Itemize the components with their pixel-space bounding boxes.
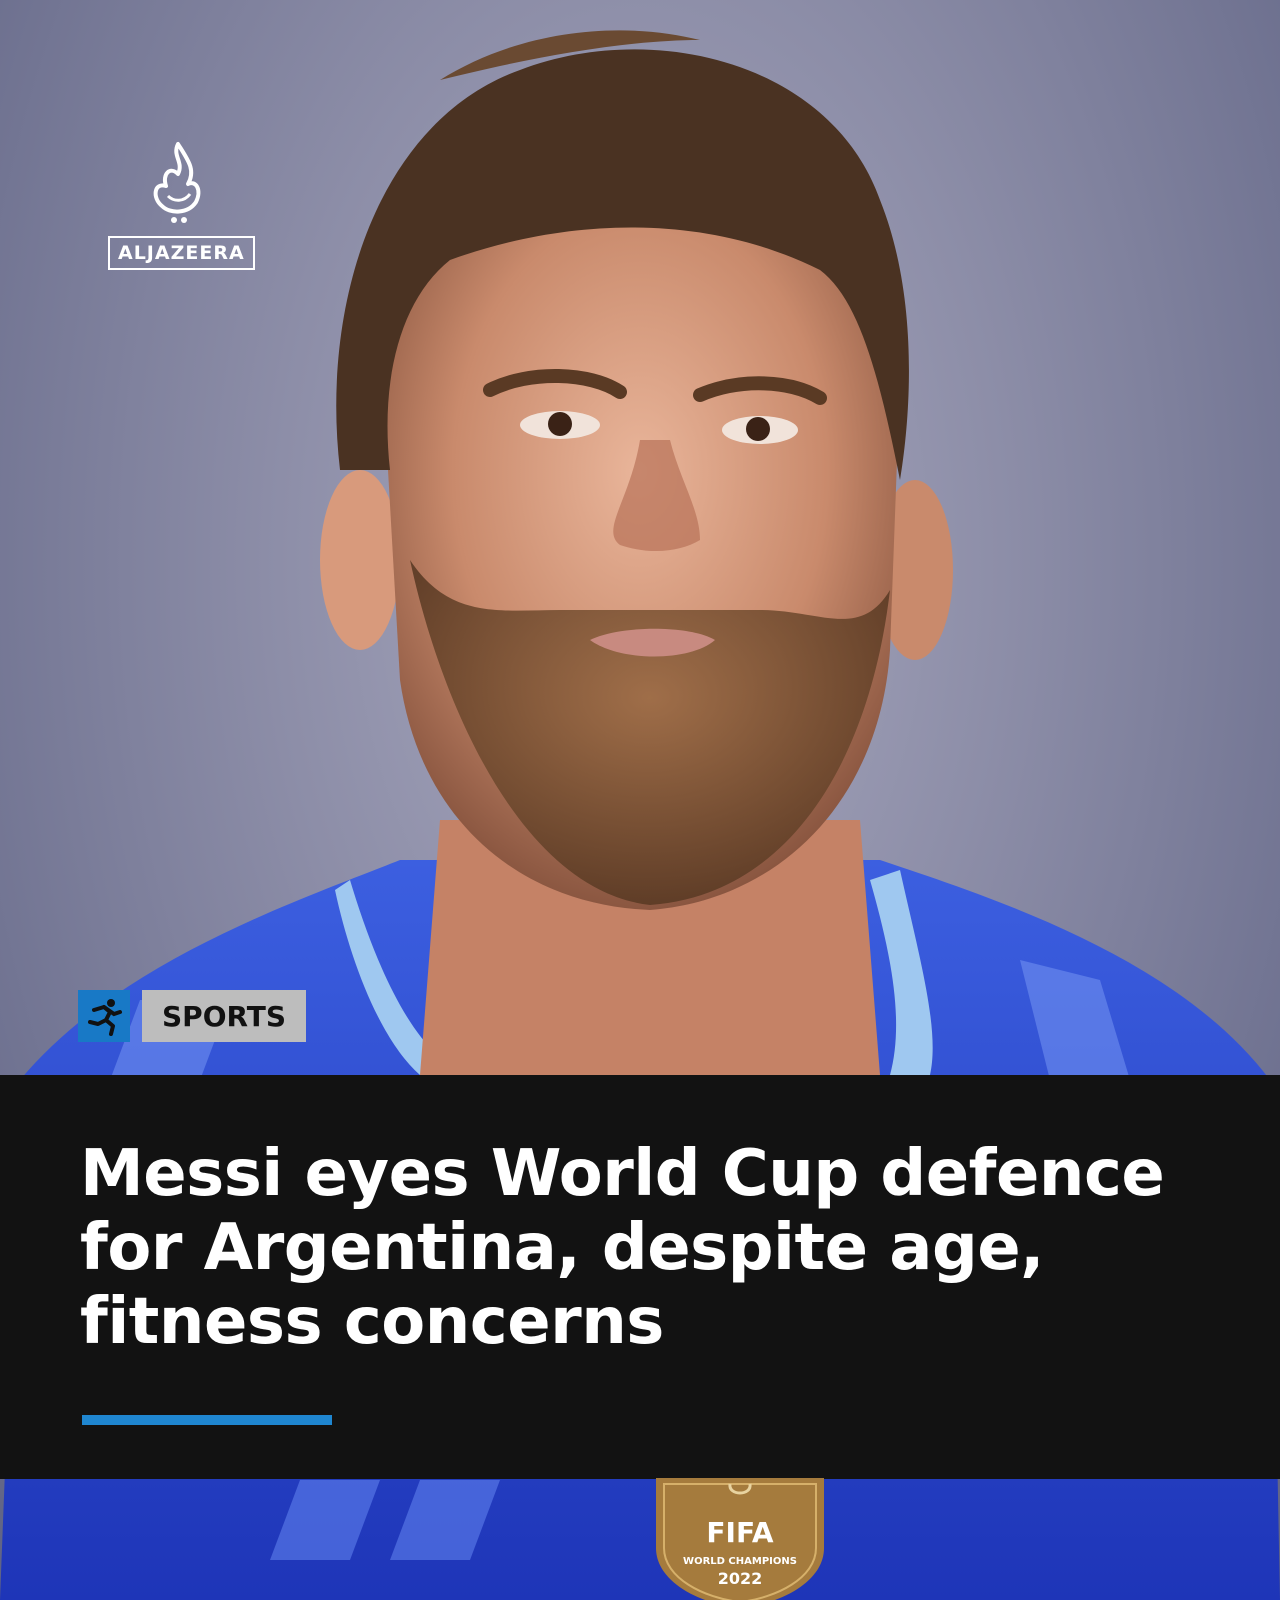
brand-wordmark: ALJAZEERA	[108, 236, 255, 270]
accent-bar	[82, 1415, 332, 1425]
category-tag: SPORTS	[78, 990, 307, 1042]
aljazeera-logo-icon	[153, 142, 201, 223]
badge-fifa-text: FIFA	[706, 1516, 773, 1549]
headline: Messi eyes World Cup defence for Argenti…	[80, 1137, 1165, 1359]
badge-year-text: 2022	[718, 1569, 763, 1588]
runner-icon	[78, 990, 130, 1042]
badge-champions-text: WORLD CHAMPIONS	[683, 1556, 797, 1567]
category-label: SPORTS	[142, 990, 307, 1042]
news-card: ALJAZEERA SPORTS Messi eyes World Cup de…	[0, 0, 1280, 1600]
fifa-champions-badge: FIFA WORLD CHAMPIONS 2022	[656, 1478, 824, 1600]
headline-panel: Messi eyes World Cup defence for Argenti…	[0, 1075, 1280, 1479]
brand-logo: ALJAZEERA	[108, 140, 255, 270]
